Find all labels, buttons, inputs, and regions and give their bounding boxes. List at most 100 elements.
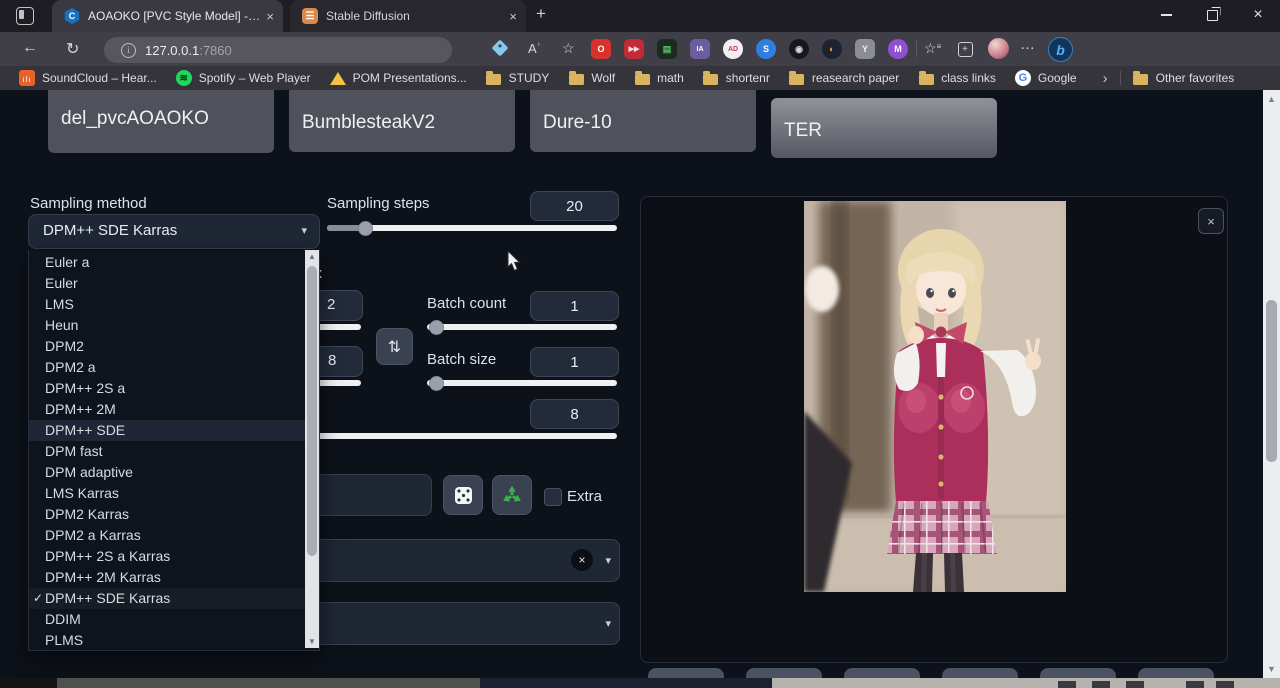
reuse-seed-button[interactable]	[492, 475, 532, 515]
ext-shazam-icon[interactable]: S	[756, 39, 776, 59]
random-seed-button[interactable]	[443, 475, 483, 515]
model-card-dure-10[interactable]: Dure-10	[530, 90, 756, 152]
window-close-button[interactable]: ×	[1241, 0, 1275, 30]
batch-size-slider[interactable]	[427, 380, 617, 386]
sampler-option[interactable]: DPM++ 2S a Karras	[29, 546, 305, 567]
page-scrollbar[interactable]: ▲ ▼	[1263, 90, 1280, 678]
collections-icon[interactable]: +	[958, 42, 973, 57]
output-action-button[interactable]	[746, 668, 822, 678]
sampler-option[interactable]: DPM++ SDE	[29, 420, 305, 441]
tab-close-icon[interactable]: ×	[509, 9, 517, 24]
scroll-down-icon[interactable]: ▼	[305, 637, 319, 646]
output-action-button[interactable]	[844, 668, 920, 678]
bookmark-item[interactable]: reasearch paper	[789, 70, 899, 86]
bookmarks-overflow-icon[interactable]: ›	[1103, 70, 1108, 87]
slider-handle[interactable]	[429, 376, 444, 391]
sampler-option[interactable]: DPM2 Karras	[29, 504, 305, 525]
bookmark-label: math	[657, 71, 684, 85]
sampler-option[interactable]: Euler	[29, 273, 305, 294]
clear-styles-button[interactable]: ×	[571, 549, 593, 571]
sampler-option[interactable]: DPM2 a	[29, 357, 305, 378]
sampler-option[interactable]: DPM fast	[29, 441, 305, 462]
scroll-up-icon[interactable]: ▲	[305, 252, 319, 261]
site-info-icon[interactable]: i	[121, 43, 136, 58]
sampling-method-select[interactable]: DPM++ SDE Karras ▾	[28, 214, 320, 249]
workspaces-icon[interactable]	[16, 7, 34, 25]
sampling-steps-slider[interactable]	[327, 225, 617, 231]
sampler-option[interactable]: DPM++ 2M Karras	[29, 567, 305, 588]
address-bar[interactable]: i 127.0.0.1 :7860	[104, 37, 452, 63]
bookmark-item[interactable]: POM Presentations...	[330, 70, 467, 86]
reload-icon[interactable]: ↻	[66, 39, 79, 59]
bookmark-item[interactable]: Wolf	[568, 70, 615, 86]
close-image-button[interactable]: ×	[1198, 208, 1224, 234]
slider-handle[interactable]	[358, 221, 373, 236]
read-aloud-icon[interactable]: Aʾ	[528, 41, 541, 56]
sampler-option[interactable]: DPM adaptive	[29, 462, 305, 483]
new-tab-button[interactable]: +	[536, 4, 546, 24]
ext-m-icon[interactable]: M	[888, 39, 908, 59]
batch-size-input[interactable]: 1	[530, 347, 619, 377]
output-action-button[interactable]	[1138, 668, 1214, 678]
ext-fast-forward-icon[interactable]: ▶▶	[624, 39, 644, 59]
sampler-option[interactable]: DPM++ 2M	[29, 399, 305, 420]
ext-o-icon[interactable]: O	[591, 39, 611, 59]
dropdown-scroll-thumb[interactable]	[307, 266, 317, 556]
page-scroll-thumb[interactable]	[1266, 300, 1277, 462]
sampler-option[interactable]: LMS	[29, 294, 305, 315]
bookmark-item[interactable]: GGoogle	[1015, 70, 1077, 86]
model-card-topline: aoaoko PVCStyleMo	[61, 90, 227, 91]
sampler-option[interactable]: DPM2	[29, 336, 305, 357]
cfg-scale-input[interactable]: 8	[530, 399, 619, 429]
sampler-option[interactable]: DDIM	[29, 609, 305, 630]
output-action-button[interactable]	[648, 668, 724, 678]
tab-close-icon[interactable]: ×	[266, 9, 274, 24]
sampling-steps-input[interactable]: 20	[530, 191, 619, 221]
scroll-up-icon[interactable]: ▲	[1263, 94, 1280, 104]
model-card-del-pvcaoaoko[interactable]: aoaoko PVCStyleMo del_pvcAOAOKO	[48, 90, 274, 153]
sampler-option[interactable]: Euler a	[29, 252, 305, 273]
sampler-option[interactable]: ✓DPM++ SDE Karras	[29, 588, 305, 609]
bookmark-item[interactable]: math	[634, 70, 684, 86]
bookmark-item[interactable]: class links	[918, 70, 996, 86]
batch-count-input[interactable]: 1	[530, 291, 619, 321]
bing-discover-icon[interactable]: b	[1048, 37, 1073, 62]
ext-pin-icon[interactable]: ◉	[789, 39, 809, 59]
more-menu-icon[interactable]: …	[1020, 36, 1036, 53]
sampler-option[interactable]: Heun	[29, 315, 305, 336]
profile-avatar[interactable]	[988, 38, 1009, 59]
ext-trash-icon[interactable]: ▤	[657, 39, 677, 59]
output-action-button[interactable]	[1040, 668, 1116, 678]
add-favorite-icon[interactable]: ☆	[562, 40, 575, 57]
slider-handle[interactable]	[429, 320, 444, 335]
sampler-option[interactable]: LMS Karras	[29, 483, 305, 504]
sampler-option[interactable]: DPM2 a Karras	[29, 525, 305, 546]
ext-ad-icon[interactable]: AD	[723, 39, 743, 59]
tab-stable-diffusion[interactable]: ☰ Stable Diffusion ×	[290, 0, 526, 32]
extra-seed-checkbox[interactable]	[544, 488, 562, 506]
batch-count-slider[interactable]	[427, 324, 617, 330]
ext-ia-icon[interactable]: IA	[690, 39, 710, 59]
taskbar-icon-sliver	[1216, 681, 1234, 688]
favorites-list-icon[interactable]: ☆≡	[924, 40, 941, 57]
tab-civitai[interactable]: C AOAOKO [PVC Style Model] - PV ×	[52, 0, 283, 32]
output-action-button[interactable]	[942, 668, 1018, 678]
bookmark-other-favorites[interactable]: Other favorites	[1133, 70, 1235, 86]
bookmark-item[interactable]: ≋Spotify – Web Player	[176, 70, 311, 86]
sampler-option[interactable]: DPM++ 2S a	[29, 378, 305, 399]
ext-y-icon[interactable]: Y	[855, 39, 875, 59]
minimize-button[interactable]	[1149, 0, 1183, 30]
restore-button[interactable]	[1195, 0, 1229, 30]
back-icon[interactable]: ←	[22, 39, 38, 57]
model-card-ter[interactable]: TER	[771, 98, 997, 158]
scroll-down-icon[interactable]: ▼	[1263, 664, 1280, 674]
ext-globe-icon[interactable]: ◐	[822, 39, 842, 59]
bookmark-item[interactable]: shortenr	[703, 70, 770, 86]
generated-image[interactable]	[804, 201, 1066, 592]
bookmark-item[interactable]: ılıSoundCloud – Hear...	[19, 70, 157, 86]
swap-dimensions-button[interactable]: ⇅	[376, 328, 413, 365]
dropdown-scrollbar[interactable]: ▲ ▼	[305, 250, 319, 648]
bookmark-item[interactable]: STUDY	[486, 70, 550, 86]
sampler-option[interactable]: PLMS	[29, 630, 305, 651]
model-card-bumblesteakv2[interactable]: BumblesteakV2	[289, 90, 515, 152]
